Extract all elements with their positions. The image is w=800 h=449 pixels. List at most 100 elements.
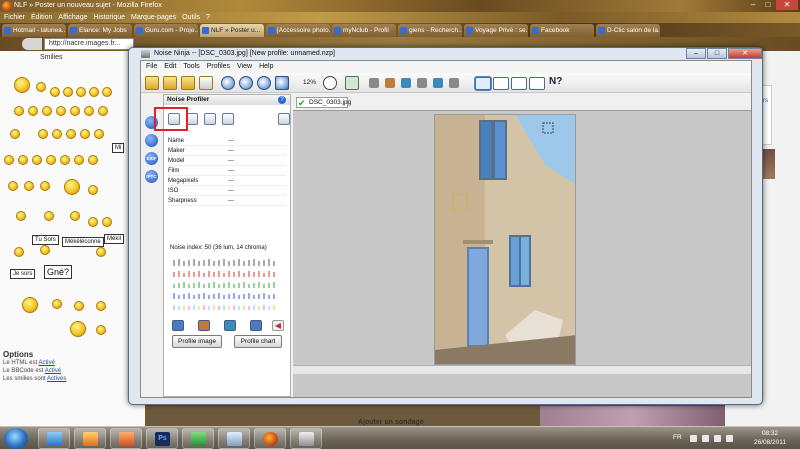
smiley-icon[interactable]: [40, 181, 50, 191]
nn-menu-profiles[interactable]: Profiles: [207, 61, 230, 73]
smiley-icon[interactable]: [63, 87, 73, 97]
view-single-icon[interactable]: [475, 77, 491, 90]
horizontal-scrollbar[interactable]: [293, 365, 751, 374]
menu-fichier[interactable]: Fichier: [4, 12, 25, 23]
smiley-icon[interactable]: [96, 325, 106, 335]
smiley-icon[interactable]: [74, 301, 84, 311]
profile-chart-button[interactable]: Profile chart: [234, 335, 282, 348]
smiley-icon[interactable]: [50, 87, 60, 97]
open-folder-icon[interactable]: [145, 76, 159, 90]
swatch-gray-icon[interactable]: [369, 78, 379, 88]
preview-icon[interactable]: [345, 76, 359, 90]
smiley-sign[interactable]: Tu Sors: [32, 235, 59, 245]
swatch-blue-icon[interactable]: [401, 78, 411, 88]
zoom-out-icon[interactable]: [239, 76, 253, 90]
view-split-vertical-icon[interactable]: [493, 77, 509, 90]
smiley-icon[interactable]: [52, 129, 62, 139]
nn-menu-view[interactable]: View: [237, 61, 252, 73]
smiley-icon[interactable]: [8, 181, 18, 191]
taskbar-noise-ninja[interactable]: [290, 428, 322, 449]
notes-icon[interactable]: [278, 113, 290, 125]
smiley-icon[interactable]: [14, 106, 24, 116]
help-icon[interactable]: ?: [278, 96, 286, 104]
menu-marque-pages[interactable]: Marque-pages: [131, 12, 176, 23]
smiley-icon[interactable]: [32, 155, 42, 165]
start-button[interactable]: [4, 428, 28, 449]
smiley-icon[interactable]: [24, 181, 34, 191]
smiley-icon[interactable]: [88, 185, 98, 195]
smiley-icon[interactable]: [16, 211, 26, 221]
back-button[interactable]: [22, 38, 42, 50]
smiley-icon[interactable]: [40, 245, 50, 255]
smiley-icon[interactable]: [70, 211, 80, 221]
taskbar-app2[interactable]: [182, 428, 214, 449]
nn-menu-tools[interactable]: Tools: [183, 61, 199, 73]
document-icon[interactable]: [199, 76, 213, 90]
smiley-sign[interactable]: Je sors: [10, 269, 36, 279]
menu-edition[interactable]: Édition: [31, 12, 52, 23]
smiley-sign[interactable]: Mékèléconne: [62, 237, 104, 247]
smiley-icon[interactable]: [56, 106, 66, 116]
url-input[interactable]: http://nacre.images.fr...: [44, 38, 134, 50]
browser-tab[interactable]: Voyage Privé : se...: [464, 24, 528, 37]
toggle-blue-icon[interactable]: [172, 320, 184, 331]
smiley-icon[interactable]: [18, 155, 28, 165]
nn-menu-edit[interactable]: Edit: [164, 61, 176, 73]
menu-historique[interactable]: Historique: [93, 12, 125, 23]
swatch-gray-icon[interactable]: [449, 78, 459, 88]
open-file-icon[interactable]: [163, 76, 177, 90]
smiley-icon[interactable]: [36, 82, 46, 92]
taskbar-app[interactable]: [110, 428, 142, 449]
exif-icon[interactable]: EXIF: [145, 152, 158, 165]
smiley-icon[interactable]: [102, 217, 112, 227]
smiley-sign[interactable]: Gné?: [44, 265, 73, 279]
view-split-horizontal-icon[interactable]: [511, 77, 527, 90]
browser-tab[interactable]: Hotmail - lalunea...: [2, 24, 66, 37]
maximize-button[interactable]: □: [761, 0, 775, 10]
smiley-icon[interactable]: [96, 301, 106, 311]
smiley-icon[interactable]: [84, 106, 94, 116]
back-arrow-icon[interactable]: [323, 76, 337, 90]
arrow-left-icon[interactable]: ◀: [272, 320, 284, 331]
smiley-icon[interactable]: [10, 129, 20, 139]
smiley-icon[interactable]: [44, 211, 54, 221]
view-quad-icon[interactable]: [529, 77, 545, 90]
smiley-icon[interactable]: [102, 87, 112, 97]
smiley-icon[interactable]: [14, 77, 30, 93]
save-icon[interactable]: [181, 76, 195, 90]
zoom-fit-icon[interactable]: [257, 76, 271, 90]
smiley-icon[interactable]: [46, 155, 56, 165]
smiley-icon[interactable]: [74, 155, 84, 165]
tray-flag-icon[interactable]: [714, 435, 721, 442]
close-button[interactable]: ✕: [776, 0, 798, 10]
taskbar-media[interactable]: [74, 428, 106, 449]
clock[interactable]: 08:32 26/08/2011: [748, 429, 792, 447]
smiley-icon[interactable]: [70, 321, 86, 337]
browser-tab[interactable]: giens - Recherch...: [398, 24, 462, 37]
smiley-icon[interactable]: [4, 155, 14, 165]
profile-image-button[interactable]: Profile image: [172, 335, 222, 348]
menu-affichage[interactable]: Affichage: [58, 12, 87, 23]
swatch-blue-icon[interactable]: [433, 78, 443, 88]
nn-maximize-button[interactable]: □: [707, 48, 727, 59]
tray-network-icon[interactable]: [702, 435, 709, 442]
nn-close-button[interactable]: ✕: [728, 48, 762, 59]
smiley-icon[interactable]: [22, 297, 38, 313]
tray-arrow-icon[interactable]: [690, 435, 697, 442]
menu-outils[interactable]: Outils: [182, 12, 200, 23]
smiley-icon[interactable]: [14, 247, 24, 257]
context-help-icon[interactable]: N?: [549, 76, 563, 90]
smiley-icon[interactable]: [64, 179, 80, 195]
camera-icon[interactable]: [145, 134, 158, 147]
swatch-gray-icon[interactable]: [417, 78, 427, 88]
taskbar-photoshop[interactable]: Ps: [146, 428, 178, 449]
option-bbcode-link[interactable]: Activé: [45, 368, 61, 374]
option-html-link[interactable]: Activé: [38, 360, 54, 366]
toggle-cyan-icon[interactable]: [224, 320, 236, 331]
image-viewport[interactable]: [293, 110, 751, 397]
smiley-icon[interactable]: [89, 87, 99, 97]
smiley-icon[interactable]: [42, 106, 52, 116]
smiley-icon[interactable]: [70, 106, 80, 116]
iptc-icon[interactable]: IPTC: [145, 170, 158, 183]
option-smilies-link[interactable]: Activés: [47, 376, 66, 382]
